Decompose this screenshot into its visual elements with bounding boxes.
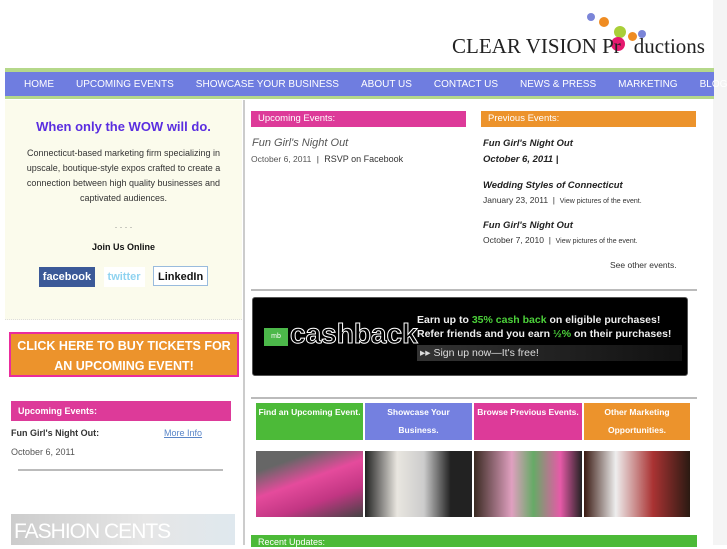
cashback-brand: cashback <box>290 318 419 350</box>
nav-about-us[interactable]: ABOUT US <box>361 79 412 90</box>
tile-other-marketing[interactable]: Other Marketing Opportunities. <box>584 403 690 440</box>
divider <box>18 469 223 471</box>
previous-event-title[interactable]: Fun Girl's Night Out <box>483 138 693 149</box>
tile-find-event[interactable]: Find an Upcoming Event. <box>256 403 363 440</box>
nav-home[interactable]: HOME <box>24 79 54 90</box>
twitter-link[interactable]: twitter <box>103 267 145 287</box>
sidebar-event-name: Fun Girl's Night Out: <box>11 428 100 438</box>
dots-divider: . . . . <box>114 220 133 230</box>
view-pictures-link[interactable]: View pictures of the event. <box>560 198 642 205</box>
cashback-badge: mb <box>264 328 288 346</box>
sidebar-event-date: October 6, 2011 <box>11 447 75 457</box>
nav-contact-us[interactable]: CONTACT US <box>434 79 498 90</box>
join-label: Join Us Online <box>91 242 155 252</box>
separator: | <box>316 154 319 164</box>
banner-text: Earn up to <box>417 314 472 326</box>
nav-blog[interactable]: BLOG <box>700 79 727 90</box>
previous-event-date: October 6, 2011 | <box>483 154 559 165</box>
sidebar-upcoming-header: Upcoming Events: <box>11 401 231 421</box>
tile-showcase-business[interactable]: Showcase Your Business. <box>365 403 472 440</box>
banner-text: on their purchases! <box>571 328 672 340</box>
view-pictures-link[interactable]: View pictures of the event. <box>556 238 638 245</box>
fashion-cents-ad[interactable]: FASHION CENTS <box>11 514 235 545</box>
signup-cta[interactable]: ▸▸ Sign up now—It's free! <box>417 345 682 361</box>
banner-text: Refer friends and you earn <box>417 328 553 340</box>
tile-browse-previous[interactable]: Browse Previous Events. <box>474 403 582 440</box>
previous-event-date: January 23, 2011 <box>483 195 549 205</box>
previous-header: Previous Events: <box>481 111 696 127</box>
photo-event-crowd[interactable] <box>584 451 690 517</box>
divider <box>251 289 697 291</box>
facebook-link[interactable]: facebook <box>38 267 96 287</box>
upcoming-event-date: October 6, 2011 <box>251 154 312 164</box>
buy-tickets-button[interactable]: CLICK HERE TO BUY TICKETS FOR AN UPCOMIN… <box>9 332 239 377</box>
cashback-banner[interactable]: mb cashback Earn up to 35% cash back on … <box>252 297 688 376</box>
main-nav: HOME UPCOMING EVENTS SHOWCASE YOUR BUSIN… <box>5 68 727 99</box>
tagline: When only the WOW will do. <box>36 119 211 134</box>
previous-event-title[interactable]: Fun Girl's Night Out <box>483 220 693 231</box>
divider <box>251 397 697 399</box>
more-info-link[interactable]: More Info <box>164 428 202 438</box>
nav-showcase-business[interactable]: SHOWCASE YOUR BUSINESS <box>196 79 339 90</box>
column-divider <box>243 100 245 545</box>
nav-news-press[interactable]: NEWS & PRESS <box>520 79 596 90</box>
description: Connecticut-based marketing firm special… <box>26 148 221 203</box>
upcoming-header: Upcoming Events: <box>251 111 466 127</box>
previous-event-title[interactable]: Wedding Styles of Connecticut <box>483 180 693 191</box>
logo-text: CLEAR VISION Pr <box>452 34 621 58</box>
linkedin-link[interactable]: LinkedIn <box>152 266 209 286</box>
banner-highlight: ½% <box>552 328 572 340</box>
upcoming-event-title[interactable]: Fun Girl's Night Out <box>252 137 348 149</box>
nav-marketing[interactable]: MARKETING <box>618 79 677 90</box>
ad-text: FASHION CENTS <box>14 520 171 543</box>
site-logo[interactable]: CLEAR VISION Pr ductions <box>452 34 705 59</box>
photo-bridal-show[interactable] <box>365 451 472 517</box>
recent-updates-header: Recent Updates: <box>251 535 697 547</box>
banner-highlight: 35% cash back <box>471 314 547 326</box>
rsvp-link[interactable]: RSVP on Facebook <box>324 154 403 164</box>
photo-pink-limo[interactable] <box>256 451 363 517</box>
nav-upcoming-events[interactable]: UPCOMING EVENTS <box>76 79 174 90</box>
see-other-events-link[interactable]: See other events. <box>610 260 677 270</box>
banner-text: on eligible purchases! <box>546 314 661 326</box>
previous-event-date: October 7, 2010 <box>483 235 544 245</box>
photo-guests-bags[interactable] <box>474 451 582 517</box>
logo-text-end: ductions <box>633 34 705 58</box>
intro-box: When only the WOW will do. Connecticut-b… <box>5 100 242 320</box>
